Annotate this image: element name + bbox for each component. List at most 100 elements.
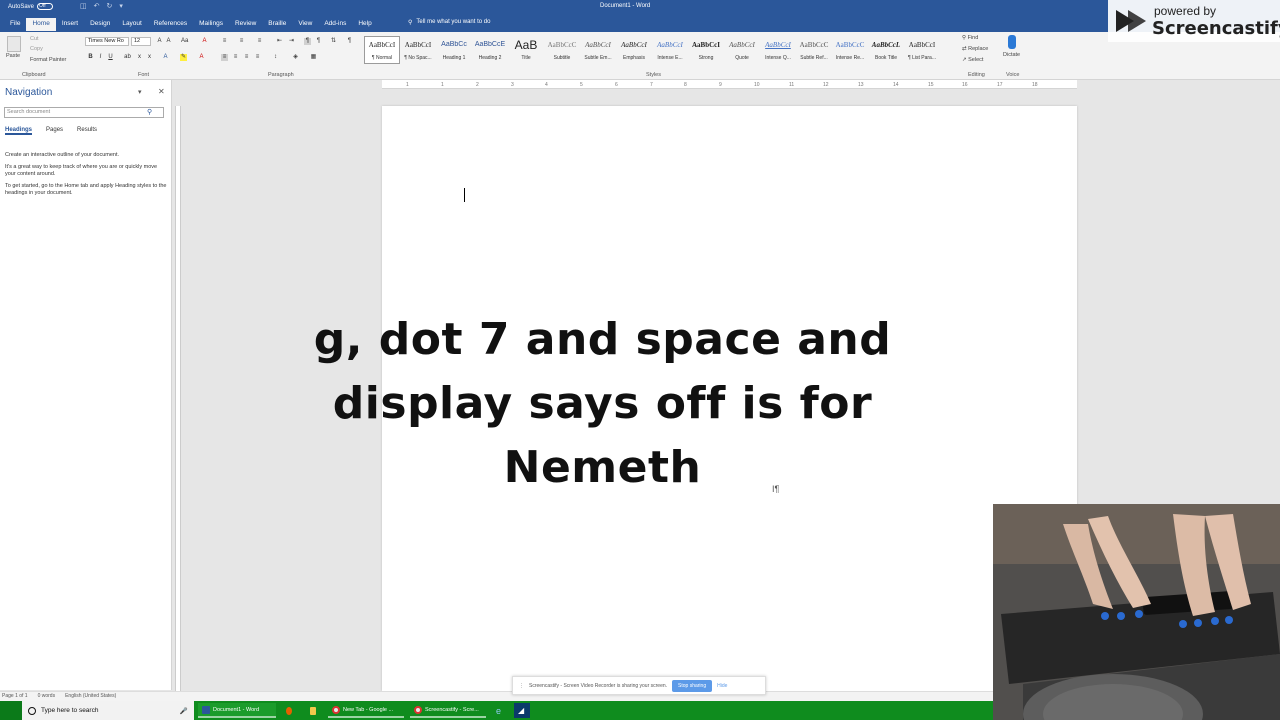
style-subtle-emphasis[interactable]: AaBbCcI Subtle Em... bbox=[580, 36, 616, 64]
text-effects-icon[interactable]: A bbox=[162, 54, 169, 61]
style-intense-emphasis[interactable]: AaBbCcI Intense E... bbox=[652, 36, 688, 64]
style-no-spacing[interactable]: AaBbCcI ¶ No Spac... bbox=[400, 36, 436, 64]
line-spacing-icon[interactable]: ↕ bbox=[272, 54, 279, 61]
font-name-box[interactable]: Times New Ro bbox=[85, 37, 129, 46]
style-title[interactable]: AaB Title bbox=[508, 36, 544, 64]
justify-icon[interactable]: ≡ bbox=[254, 54, 261, 61]
horizontal-ruler[interactable]: 1 1 2 3 4 5 6 7 8 9 10 11 12 13 14 15 16 17 18 bbox=[382, 80, 1077, 89]
shrink-font-icon[interactable]: A bbox=[165, 38, 172, 45]
microphone-icon[interactable] bbox=[1008, 35, 1016, 49]
tab-review[interactable]: Review bbox=[229, 18, 262, 32]
tab-add-ins[interactable]: Add-ins bbox=[318, 18, 352, 32]
cut-button[interactable]: Cut bbox=[30, 36, 39, 42]
subscript-icon[interactable]: x bbox=[136, 54, 143, 61]
shading-icon[interactable]: ◈ bbox=[292, 54, 299, 61]
align-center-icon[interactable]: ≡ bbox=[232, 54, 239, 61]
bullets-icon[interactable]: ≡ bbox=[221, 38, 228, 45]
select-button[interactable]: ↗ Select bbox=[962, 57, 983, 63]
taskbar-chrome-newtab[interactable]: New Tab - Google ... bbox=[328, 703, 404, 718]
style-list-paragraph[interactable]: AaBbCcI ¶ List Para... bbox=[904, 36, 940, 64]
change-case-icon[interactable]: Aa bbox=[181, 38, 188, 45]
underline-icon[interactable]: U bbox=[107, 54, 114, 61]
tab-view[interactable]: View bbox=[292, 18, 318, 32]
paste-button[interactable]: Paste bbox=[6, 53, 20, 59]
ltr-icon[interactable]: ¶ bbox=[304, 38, 311, 45]
style-normal[interactable]: AaBbCcI ¶ Normal bbox=[364, 36, 400, 64]
tab-design[interactable]: Design bbox=[84, 18, 116, 32]
format-painter-button[interactable]: Format Painter bbox=[30, 57, 66, 63]
find-button[interactable]: ⚲ Find bbox=[962, 35, 978, 41]
redo-icon[interactable]: ↻ bbox=[107, 2, 113, 10]
customize-qat-icon[interactable]: ▾ bbox=[119, 2, 123, 10]
clear-formatting-icon[interactable]: A bbox=[201, 38, 208, 45]
align-right-icon[interactable]: ≡ bbox=[243, 54, 250, 61]
taskbar-firefox[interactable] bbox=[282, 703, 296, 718]
tab-pages[interactable]: Pages bbox=[46, 127, 63, 135]
tab-headings[interactable]: Headings bbox=[5, 127, 33, 135]
vertical-ruler[interactable] bbox=[175, 106, 181, 691]
style-subtle-reference[interactable]: AaBbCcC Subtle Ref... bbox=[796, 36, 832, 64]
language-indicator[interactable]: English (United States) bbox=[65, 693, 116, 699]
taskbar-app[interactable]: ◢ bbox=[514, 703, 530, 718]
borders-icon[interactable]: ▦ bbox=[310, 54, 317, 61]
replace-button[interactable]: ⇄ Replace bbox=[962, 46, 988, 52]
tab-home[interactable]: Home bbox=[26, 18, 56, 32]
superscript-icon[interactable]: x bbox=[146, 54, 153, 61]
style-book-title[interactable]: AaBbCcL Book Title bbox=[868, 36, 904, 64]
taskbar-word[interactable]: Document1 - Word bbox=[198, 703, 276, 718]
highlight-icon[interactable]: ✎ bbox=[180, 54, 187, 61]
start-button[interactable] bbox=[0, 701, 22, 720]
tab-file[interactable]: File bbox=[4, 18, 26, 32]
tell-me-box[interactable]: ⚲ Tell me what you want to do bbox=[408, 19, 490, 26]
italic-icon[interactable]: I bbox=[97, 54, 104, 61]
autosave-state[interactable]: Off bbox=[37, 3, 54, 10]
pane-options-icon[interactable]: ▾ bbox=[138, 88, 142, 96]
rtl-icon[interactable]: ¶ bbox=[315, 38, 322, 45]
tab-results[interactable]: Results bbox=[77, 127, 97, 135]
hide-button[interactable]: Hide bbox=[717, 683, 727, 689]
copy-button[interactable]: Copy bbox=[30, 46, 43, 52]
style-intense-reference[interactable]: AaBbCcC Intense Re... bbox=[832, 36, 868, 64]
sort-icon[interactable]: ⇅ bbox=[330, 38, 337, 45]
close-icon[interactable]: ✕ bbox=[158, 87, 165, 96]
style-subtitle[interactable]: AaBbCcC Subtitle bbox=[544, 36, 580, 64]
taskbar-explorer[interactable] bbox=[306, 703, 320, 718]
tab-insert[interactable]: Insert bbox=[56, 18, 84, 32]
tab-help[interactable]: Help bbox=[352, 18, 377, 32]
multilevel-list-icon[interactable]: ≡ bbox=[256, 38, 263, 45]
style-intense-quote[interactable]: AaBbCcI Intense Q... bbox=[760, 36, 796, 64]
taskbar-search[interactable]: Type here to search 🎤 bbox=[22, 701, 194, 720]
word-count[interactable]: 0 words bbox=[38, 693, 56, 699]
tab-braille[interactable]: Braille bbox=[262, 18, 292, 32]
drag-handle-icon[interactable]: ⋮ bbox=[519, 683, 524, 689]
decrease-indent-icon[interactable]: ⇤ bbox=[276, 38, 283, 45]
grow-font-icon[interactable]: A bbox=[156, 38, 163, 45]
style-quote[interactable]: AaBbCcI Quote bbox=[724, 36, 760, 64]
search-document-input[interactable]: Search document bbox=[4, 107, 164, 118]
tab-layout[interactable]: Layout bbox=[116, 18, 148, 32]
autosave-toggle[interactable]: AutoSave Off bbox=[8, 3, 54, 10]
strikethrough-icon[interactable]: ab bbox=[124, 54, 131, 61]
bold-icon[interactable]: B bbox=[87, 54, 94, 61]
font-size-box[interactable]: 12 bbox=[131, 37, 151, 46]
style-heading-1[interactable]: AaBbCc Heading 1 bbox=[436, 36, 472, 64]
undo-icon[interactable]: ↶ bbox=[94, 2, 100, 10]
font-color-icon[interactable]: A bbox=[198, 54, 205, 61]
show-marks-icon[interactable]: ¶ bbox=[346, 38, 353, 45]
style-heading-2[interactable]: AaBbCcE Heading 2 bbox=[472, 36, 508, 64]
style-strong[interactable]: AaBbCcI Strong bbox=[688, 36, 724, 64]
search-icon[interactable]: ⚲ bbox=[147, 108, 152, 116]
microphone-icon[interactable]: 🎤 bbox=[180, 707, 188, 715]
style-emphasis[interactable]: AaBbCcI Emphasis bbox=[616, 36, 652, 64]
dictate-button[interactable]: Dictate bbox=[1003, 52, 1020, 58]
tab-references[interactable]: References bbox=[148, 18, 193, 32]
taskbar-edge[interactable]: e bbox=[492, 703, 506, 718]
taskbar-chrome-screencastify[interactable]: Screencastify - Scre... bbox=[410, 703, 486, 718]
numbering-icon[interactable]: ≡ bbox=[238, 38, 245, 45]
align-left-icon[interactable]: ≡ bbox=[221, 54, 228, 61]
stop-sharing-button[interactable]: Stop sharing bbox=[672, 679, 713, 692]
increase-indent-icon[interactable]: ⇥ bbox=[288, 38, 295, 45]
paste-icon[interactable] bbox=[7, 36, 21, 52]
tab-mailings[interactable]: Mailings bbox=[193, 18, 229, 32]
page-count[interactable]: Page 1 of 1 bbox=[2, 693, 28, 699]
